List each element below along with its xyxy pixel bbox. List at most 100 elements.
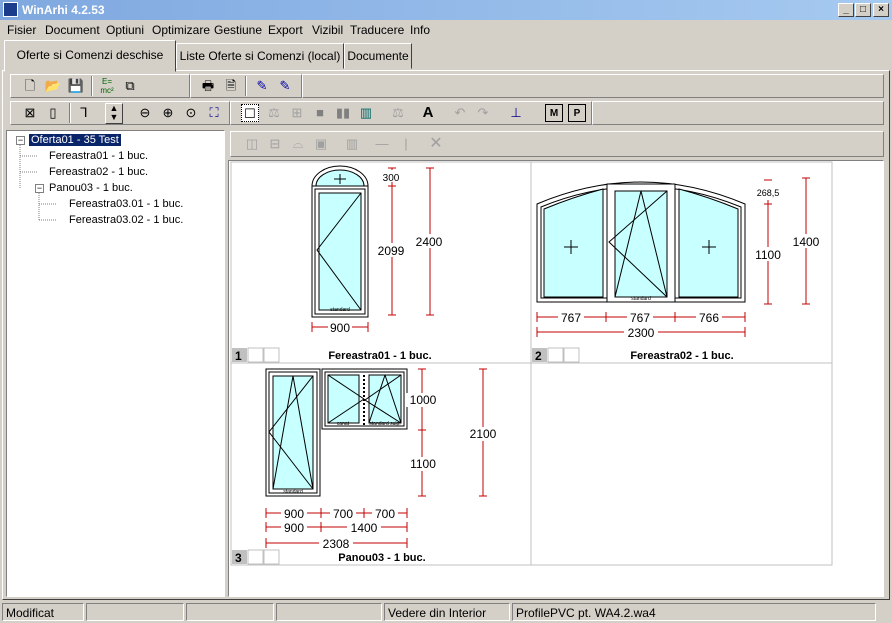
zoom-window-icon[interactable]: ⊙ <box>182 104 200 122</box>
profile-label: standard <box>283 489 303 495</box>
dimension-label: 700 <box>333 507 353 521</box>
horizontal-bar-icon: — <box>375 136 389 151</box>
undo-icon: ↶ <box>454 105 466 120</box>
print-icon[interactable]: 🖶 <box>199 77 217 95</box>
balance-icon: ⚖ <box>392 105 404 120</box>
dimension-label: 268,5 <box>757 188 780 198</box>
profile-label: canat <box>337 421 350 427</box>
cell-title: Fereastra01 - 1 buc. <box>328 350 431 362</box>
drawing-canvas[interactable]: 1 Fereastra01 - 1 buc. 2 Fereastra02 - 1… <box>228 160 884 597</box>
status-bar: Modificat Vedere din Interior ProfilePVC… <box>0 602 892 623</box>
redo-icon: ↷ <box>477 105 489 120</box>
m-icon[interactable]: M <box>545 104 563 122</box>
text-icon[interactable]: A <box>419 104 437 122</box>
zoom-out-icon[interactable]: ⊖ <box>136 104 154 122</box>
select-icon[interactable]: ⊠ <box>21 104 39 122</box>
tab-liste-oferte[interactable]: Liste Oferte si Comenzi (local) <box>176 43 344 69</box>
cell-title: Fereastra02 - 1 buc. <box>630 350 733 362</box>
dimension-label: 1100 <box>410 457 436 471</box>
menu-info[interactable]: Info <box>410 23 430 37</box>
collapse-icon[interactable]: − <box>35 184 44 193</box>
project-tree: − Oferta01 - 35 Test Fereastra01 - 1 buc… <box>6 130 225 597</box>
split-icon[interactable]: ▮▮ <box>334 104 352 122</box>
vertical-split-icon: ◫ <box>245 136 259 151</box>
new-icon[interactable]: 🗋 <box>21 77 39 95</box>
separator <box>91 76 93 96</box>
frame-icon[interactable]: ▯ <box>44 104 62 122</box>
collapse-icon[interactable]: − <box>16 136 25 145</box>
toolbar-empty-2 <box>592 101 884 125</box>
dimension-label: 2100 <box>470 427 497 441</box>
edit-icon[interactable]: ✎ <box>253 77 271 95</box>
glass-icon[interactable]: ▥ <box>357 104 375 122</box>
dimension-label: 900 <box>284 507 304 521</box>
dimension-label: 900 <box>284 521 304 535</box>
vertical-bar-icon: | <box>404 136 408 151</box>
dimension-label: 767 <box>561 311 581 325</box>
tree-item[interactable]: Panou03 - 1 buc. <box>49 182 133 194</box>
inner-frame-icon: ▣ <box>314 136 328 151</box>
zoom-in-icon[interactable]: ⊕ <box>159 104 177 122</box>
toolbar-empty <box>302 74 884 98</box>
profile-label: standard <box>330 307 350 313</box>
window-drawing-2 <box>536 181 746 303</box>
dimension-label: 1400 <box>351 521 378 535</box>
open-icon[interactable]: 📂 <box>44 77 62 95</box>
dimension-label: 1000 <box>410 393 437 407</box>
cell-number: 3 <box>235 551 242 565</box>
toolbar-print: 🖶 🗎 ✎ ✎ <box>190 74 302 98</box>
tab-oferte-deschise[interactable]: Oferte si Comenzi deschise <box>4 40 176 72</box>
grid-icon: ⊞ <box>291 105 303 120</box>
menu-gestiune[interactable]: Gestiune <box>214 23 262 37</box>
dimension-label: 2099 <box>378 244 405 258</box>
profile-label: standard <box>631 296 651 302</box>
dimension-label: 1100 <box>755 248 781 262</box>
save-icon[interactable]: 💾 <box>67 77 85 95</box>
tree-item[interactable]: Fereastra01 - 1 buc. <box>49 150 148 162</box>
scale-icon: ⚖ <box>268 105 280 120</box>
dimension-label: 766 <box>699 311 719 325</box>
dimension-label: 900 <box>330 321 350 335</box>
single-view-icon[interactable]: ☐ <box>241 104 259 122</box>
tree-item-root[interactable]: Oferta01 - 35 Test <box>28 133 122 147</box>
cell-number: 2 <box>535 349 542 363</box>
menu-traducere[interactable]: Traducere <box>350 23 404 37</box>
delete-icon: ✕ <box>429 135 443 152</box>
menu-document[interactable]: Document <box>45 23 100 37</box>
fill-icon[interactable]: ■ <box>311 104 329 122</box>
dimension-label: 300 <box>383 173 400 184</box>
menu-fisier[interactable]: Fisier <box>7 23 36 37</box>
window-title: WinArhi 4.2.53 <box>22 3 105 17</box>
tab-documente[interactable]: Documente <box>344 43 412 69</box>
dimension-icon[interactable]: ⊥ <box>507 104 525 122</box>
updown-icon[interactable]: ▲ ▼ <box>105 103 123 124</box>
maximize-button[interactable]: □ <box>855 3 871 17</box>
tree-item[interactable]: Fereastra03.02 - 1 buc. <box>69 214 183 226</box>
close-button[interactable]: × <box>873 3 889 17</box>
zoom-fit-icon[interactable]: ⛶ <box>205 104 223 122</box>
separator <box>245 76 247 96</box>
menu-vizibil[interactable]: Vizibil <box>312 23 343 37</box>
minimize-button[interactable]: _ <box>838 3 854 17</box>
formula-icon[interactable]: E= mc² <box>98 77 116 95</box>
cell-number: 1 <box>235 349 242 363</box>
dimension-label: 767 <box>630 311 650 325</box>
app-icon <box>3 2 18 17</box>
tree-item[interactable]: Fereastra02 - 1 buc. <box>49 166 148 178</box>
dimension-label: 2300 <box>628 326 655 340</box>
menu-optimizare[interactable]: Optimizare <box>152 23 210 37</box>
menu-optiuni[interactable]: Optiuni <box>106 23 144 37</box>
canvas-toolbar: ◫ ⊟ ⌓ ▣ ▥ — | ✕ <box>230 131 884 157</box>
menu-export[interactable]: Export <box>268 23 303 37</box>
status-panel <box>186 603 274 621</box>
print-preview-icon[interactable]: 🗎 <box>222 77 240 95</box>
profile-icon[interactable]: ⅂ <box>75 104 93 122</box>
p-icon[interactable]: P <box>568 104 586 122</box>
cell-title: Panou03 - 1 buc. <box>338 552 425 564</box>
tree-item[interactable]: Fereastra03.01 - 1 buc. <box>69 198 183 210</box>
copy-icon[interactable]: ⧉ <box>121 77 139 95</box>
dimension-label: 700 <box>375 507 395 521</box>
edit2-icon[interactable]: ✎ <box>276 77 294 95</box>
dimension-label: 2308 <box>323 537 350 551</box>
status-panel <box>86 603 184 621</box>
